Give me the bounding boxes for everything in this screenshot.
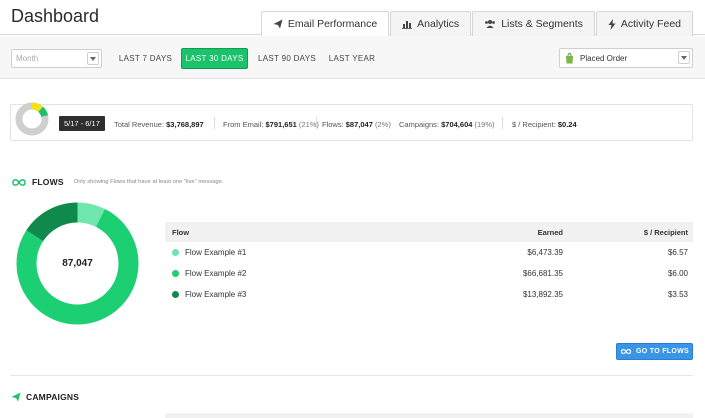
chevron-down-icon	[87, 52, 99, 65]
flows-stat: Flows: $87,047 (2%)	[322, 120, 391, 129]
bolt-icon	[608, 18, 616, 30]
range-last-90-days[interactable]: LAST 90 DAYS	[256, 49, 318, 68]
shopping-bag-icon	[566, 53, 573, 64]
flows-table: Flow Earned $ / Recipient Flow Example #…	[165, 222, 693, 305]
total-revenue-stat: Total Revenue: $3,768,897	[114, 120, 204, 129]
campaigns-stat: Campaigns: $704,604 (19%)	[399, 120, 495, 129]
bar-chart-icon	[402, 21, 413, 29]
paper-plane-icon	[273, 19, 283, 28]
tab-email-performance[interactable]: Email Performance	[260, 11, 390, 36]
flow-name: Flow Example #3	[185, 290, 247, 299]
infinity-icon	[12, 178, 26, 186]
flow-per-recipient: $6.00	[667, 269, 688, 278]
flows-note: Only showing Flows that have at least on…	[73, 179, 224, 185]
go-to-flows-label: GO TO FLOWS	[636, 348, 689, 355]
chevron-down-icon	[678, 51, 690, 64]
divider	[316, 117, 317, 129]
tab-label: Lists & Segments	[501, 18, 583, 30]
per-recipient-stat: $ / Recipient: $0.24	[512, 120, 577, 129]
flows-section-header: FLOWS Only showing Flows that have at le…	[11, 177, 223, 187]
range-last-7-days[interactable]: LAST 7 DAYS	[117, 49, 174, 68]
column-header-per-recipient: $ / Recipient	[643, 227, 688, 237]
from-email-stat: From Email: $791,651 (21%)	[223, 120, 319, 129]
flows-donut-chart: 87,047	[16, 202, 139, 325]
infinity-icon	[620, 348, 632, 355]
go-to-flows-button[interactable]: GO TO FLOWS	[616, 343, 693, 360]
users-icon	[485, 20, 496, 28]
flows-title: FLOWS	[32, 177, 64, 187]
flow-earned: $66,681.35	[522, 269, 563, 278]
range-last-30-days[interactable]: LAST 30 DAYS	[181, 48, 248, 69]
divider	[502, 117, 503, 129]
flows-total: 87,047	[62, 258, 93, 269]
paper-plane-icon	[11, 392, 21, 402]
legend-dot	[172, 291, 179, 298]
campaigns-table-header	[165, 413, 693, 418]
column-header-flow: Flow	[172, 227, 190, 237]
tab-activity-feed[interactable]: Activity Feed	[595, 11, 693, 36]
date-range-badge: 5/17 - 6/17	[59, 116, 105, 131]
flow-name: Flow Example #1	[185, 248, 247, 257]
tab-analytics[interactable]: Analytics	[390, 11, 472, 36]
table-header: Flow Earned $ / Recipient	[165, 222, 693, 242]
tab-lists-segments[interactable]: Lists & Segments	[472, 11, 595, 36]
column-header-earned: Earned	[537, 227, 563, 237]
flow-name: Flow Example #2	[185, 269, 247, 278]
flow-earned: $13,892.35	[522, 290, 563, 299]
flow-per-recipient: $3.53	[667, 290, 688, 299]
page-title: Dashboard	[11, 6, 100, 26]
revenue-share-donut	[15, 102, 49, 136]
section-divider	[10, 375, 693, 376]
table-row[interactable]: Flow Example #2 $66,681.35 $6.00	[165, 263, 693, 284]
metric-select-value: Placed Order	[580, 53, 628, 63]
tab-label: Email Performance	[287, 17, 378, 30]
table-row[interactable]: Flow Example #3 $13,892.35 $3.53	[165, 284, 693, 305]
legend-dot	[172, 270, 179, 277]
tab-label: Activity Feed	[620, 18, 681, 30]
table-row[interactable]: Flow Example #1 $6,473.39 $6.57	[165, 242, 693, 263]
month-select[interactable]: Month	[11, 49, 102, 68]
tab-label: Analytics	[417, 18, 460, 30]
metric-select[interactable]: Placed Order	[559, 48, 693, 68]
range-last-year[interactable]: LAST YEAR	[326, 49, 378, 68]
campaigns-section-header: CAMPAIGNS	[11, 392, 79, 402]
divider	[214, 117, 215, 129]
month-select-placeholder: Month	[16, 54, 39, 63]
flow-per-recipient: $6.57	[667, 248, 688, 257]
flow-earned: $6,473.39	[527, 248, 563, 257]
legend-dot	[172, 249, 179, 256]
campaigns-title: CAMPAIGNS	[26, 392, 80, 402]
header: Dashboard Email Performance Analytics Li…	[0, 0, 705, 36]
tab-bar: Email Performance Analytics Lists & Segm…	[260, 11, 693, 36]
